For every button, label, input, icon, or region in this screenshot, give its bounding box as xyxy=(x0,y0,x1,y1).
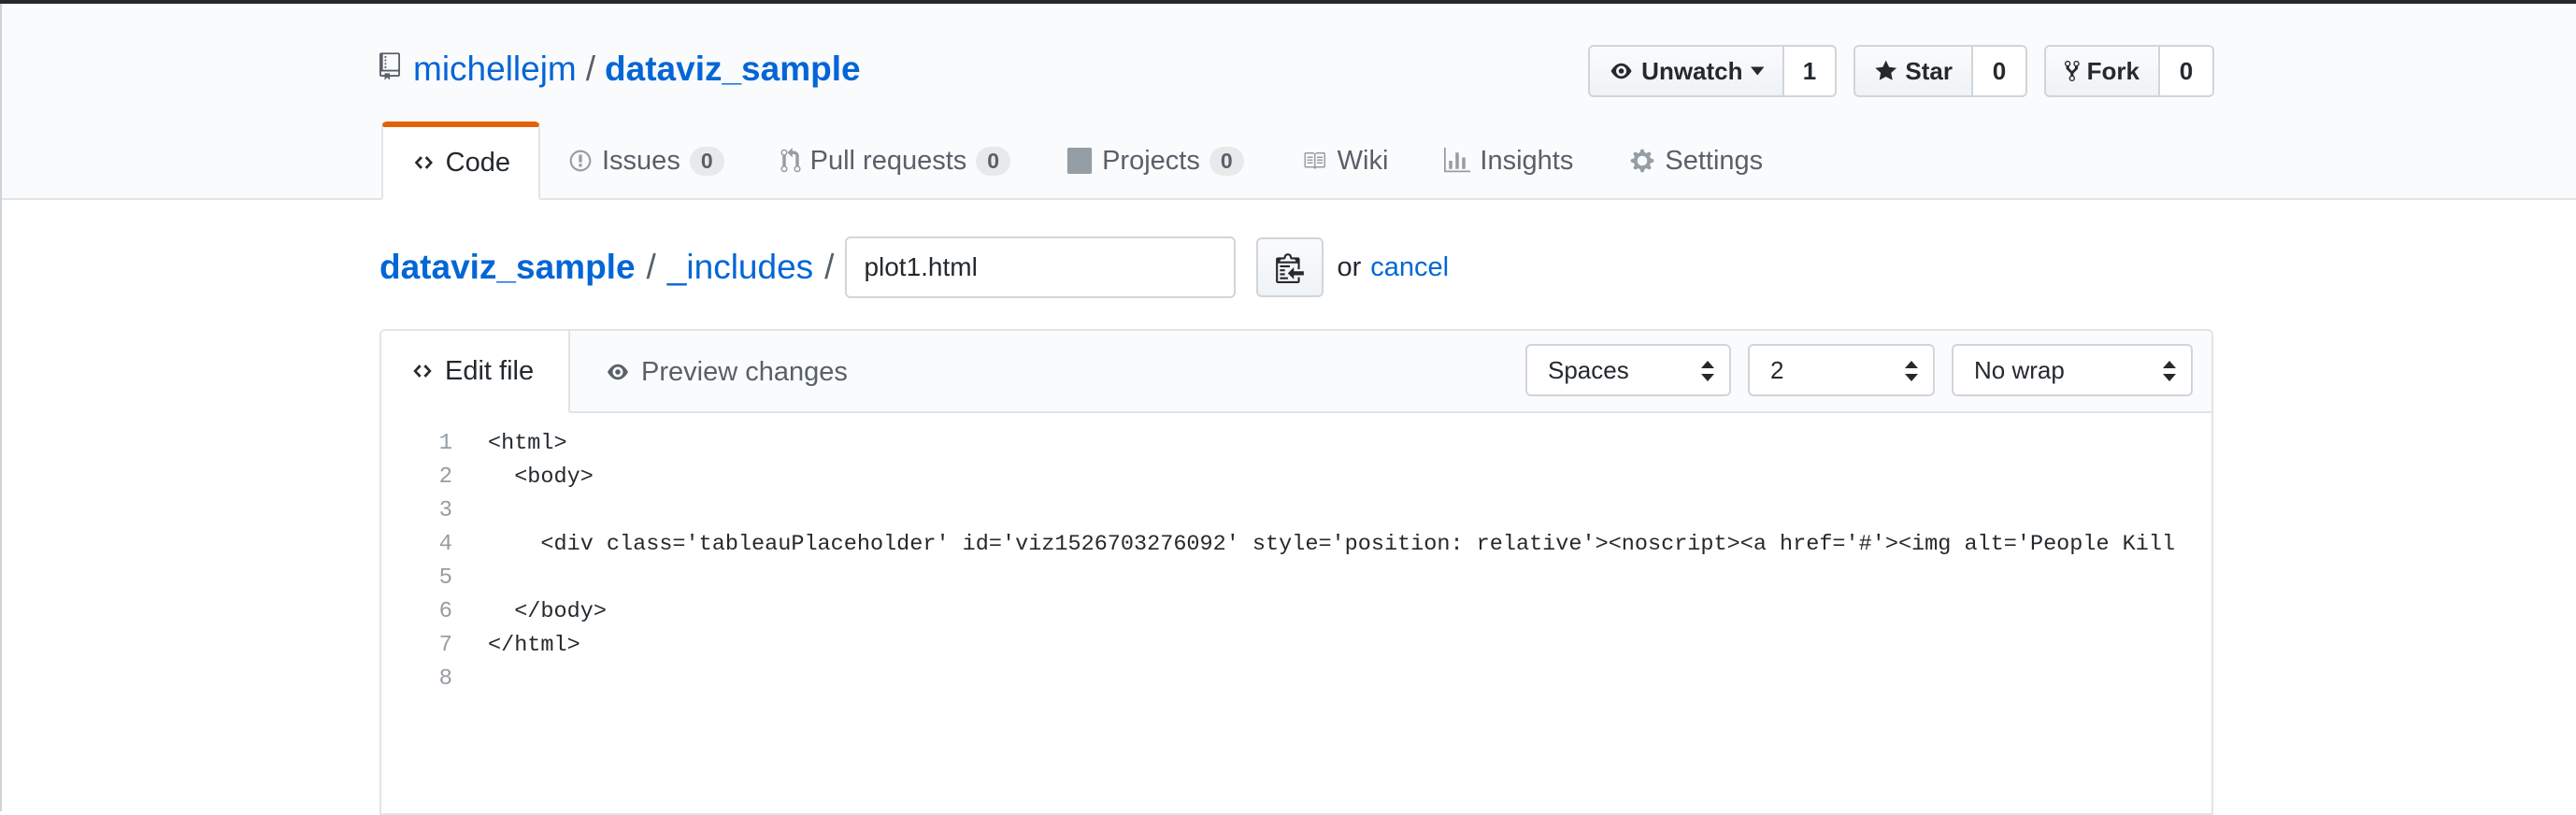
watch-count[interactable]: 1 xyxy=(1784,45,1837,97)
tab-settings-label: Settings xyxy=(1665,145,1764,176)
code-line: 8 xyxy=(381,662,452,695)
cancel-link[interactable]: cancel xyxy=(1370,252,1449,283)
tab-preview-changes-label: Preview changes xyxy=(641,356,848,387)
indent-size-select[interactable]: 2 xyxy=(1748,344,1935,396)
repo-owner-link[interactable]: michellejm xyxy=(413,50,577,89)
book-icon xyxy=(1304,152,1325,169)
line-text: </body> xyxy=(488,598,607,624)
projects-counter: 0 xyxy=(1209,146,1244,176)
line-number: 3 xyxy=(438,497,452,523)
repo-header: michellejm / dataviz_sample Unwatch 1 St… xyxy=(2,4,2576,200)
select-arrows-icon xyxy=(1905,361,1918,381)
line-number: 4 xyxy=(438,531,452,557)
fork-icon xyxy=(2065,61,2080,81)
tab-pull-requests-label: Pull requests xyxy=(809,145,967,176)
tab-projects-label: Projects xyxy=(1102,145,1200,176)
breadcrumb-repo-link[interactable]: dataviz_sample xyxy=(379,248,636,287)
star-button[interactable]: Star xyxy=(1853,45,1973,97)
tab-pull-requests[interactable]: Pull requests 0 xyxy=(752,123,1038,198)
code-icon xyxy=(414,156,433,169)
line-number: 6 xyxy=(438,598,452,624)
select-arrows-icon xyxy=(1701,361,1714,381)
wrap-mode-select[interactable]: No wrap xyxy=(1952,344,2193,396)
line-text: <html> xyxy=(488,430,567,456)
eye-icon xyxy=(1610,63,1632,79)
tab-edit-file[interactable]: Edit file xyxy=(381,331,570,413)
fork-button[interactable]: Fork xyxy=(2044,45,2160,97)
code-line: 4 <div class='tableauPlaceholder' id='vi… xyxy=(381,527,2176,561)
indent-mode-select[interactable]: Spaces xyxy=(1525,344,1731,396)
code-line: 6 </body> xyxy=(381,594,607,628)
tab-preview-changes[interactable]: Preview changes xyxy=(604,331,848,413)
repo-icon xyxy=(379,50,413,89)
fork-count[interactable]: 0 xyxy=(2160,45,2214,97)
graph-icon xyxy=(1444,148,1471,173)
code-icon xyxy=(413,365,432,378)
tab-edit-file-label: Edit file xyxy=(445,355,535,386)
code-line: 1 <html> xyxy=(381,426,567,460)
star-group: Star 0 xyxy=(1853,45,2027,97)
tab-insights[interactable]: Insights xyxy=(1416,123,1601,198)
code-line: 3 xyxy=(381,493,452,527)
repo-title-separator: / xyxy=(585,50,596,88)
repo-title: michellejm / dataviz_sample xyxy=(379,47,861,92)
repo-nav: Code Issues 0 Pull requests 0 Projects 0… xyxy=(381,122,1791,200)
breadcrumb-separator: / xyxy=(646,248,656,286)
watch-group: Unwatch 1 xyxy=(1588,45,1837,97)
breadcrumb-folder-link[interactable]: _includes xyxy=(667,248,813,287)
line-number: 7 xyxy=(438,632,452,658)
tab-issues[interactable]: Issues 0 xyxy=(540,123,752,198)
tab-wiki[interactable]: Wiki xyxy=(1272,123,1417,198)
line-number: 8 xyxy=(438,665,452,692)
project-icon xyxy=(1066,148,1093,174)
line-text: <body> xyxy=(488,464,594,490)
clippy-icon xyxy=(1276,253,1305,283)
file-breadcrumb: dataviz_sample / _includes / or cancel xyxy=(379,236,1449,299)
file-editor: Edit file Preview changes Spaces 2 No wr… xyxy=(379,329,2213,815)
eye-icon xyxy=(608,364,628,380)
line-text: </html> xyxy=(488,632,580,658)
editor-header: Edit file Preview changes Spaces 2 No wr… xyxy=(381,331,2211,413)
repo-name-link[interactable]: dataviz_sample xyxy=(605,50,861,89)
indent-mode-value: Spaces xyxy=(1548,355,1629,384)
tab-wiki-label: Wiki xyxy=(1337,145,1389,176)
pull-request-icon xyxy=(780,148,801,173)
line-text: <div class='tableauPlaceholder' id='viz1… xyxy=(488,531,2176,557)
select-arrows-icon xyxy=(2163,361,2176,381)
wrap-mode-value: No wrap xyxy=(1974,355,2065,384)
tab-projects[interactable]: Projects 0 xyxy=(1038,123,1272,198)
fork-label: Fork xyxy=(2086,56,2140,85)
fork-group: Fork 0 xyxy=(2044,45,2214,97)
tab-insights-label: Insights xyxy=(1480,145,1574,176)
gear-icon xyxy=(1631,149,1654,173)
issues-counter: 0 xyxy=(689,146,724,176)
tab-issues-label: Issues xyxy=(602,145,680,176)
star-icon xyxy=(1875,60,1897,80)
tab-settings[interactable]: Settings xyxy=(1601,123,1791,198)
pull-requests-counter: 0 xyxy=(976,146,1011,176)
line-number: 5 xyxy=(438,565,452,591)
star-count[interactable]: 0 xyxy=(1973,45,2027,97)
copy-path-button[interactable] xyxy=(1256,237,1324,297)
filename-input[interactable] xyxy=(845,236,1237,298)
line-number: 2 xyxy=(438,464,452,490)
code-line: 7 </html> xyxy=(381,628,580,662)
star-label: Star xyxy=(1905,56,1953,85)
line-number: 1 xyxy=(438,430,452,456)
issue-icon xyxy=(569,150,592,172)
caret-down-icon xyxy=(1750,66,1764,76)
code-line: 2 <body> xyxy=(381,460,594,493)
tab-code[interactable]: Code xyxy=(381,122,540,200)
breadcrumb-separator: / xyxy=(824,248,835,286)
or-text: or xyxy=(1337,251,1362,282)
indent-size-value: 2 xyxy=(1770,355,1784,384)
unwatch-button[interactable]: Unwatch xyxy=(1588,45,1784,97)
code-area[interactable]: 1 <html> 2 <body> 3 4 <div class='tablea… xyxy=(381,413,2211,813)
tab-code-label: Code xyxy=(445,147,510,178)
unwatch-label: Unwatch xyxy=(1641,56,1743,85)
code-line: 5 xyxy=(381,561,452,594)
